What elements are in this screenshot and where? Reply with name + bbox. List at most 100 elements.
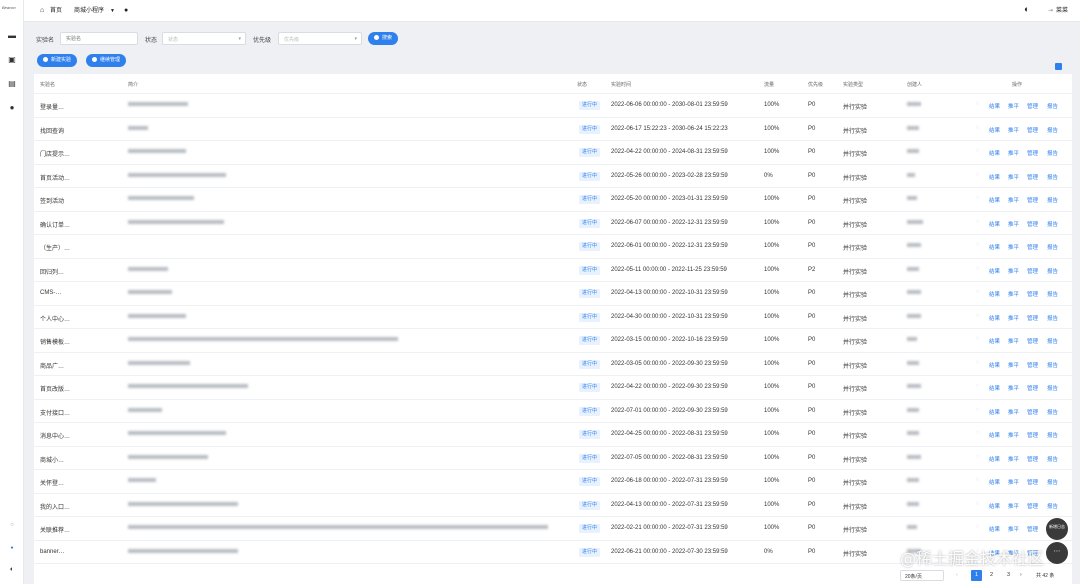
report-link[interactable]: 报告: [1047, 243, 1058, 251]
home-icon[interactable]: ⌂: [40, 7, 44, 15]
manage-link[interactable]: 管理: [1027, 102, 1038, 110]
result-link[interactable]: 结果: [989, 173, 1000, 181]
home-link[interactable]: 首页: [50, 7, 62, 15]
rollout-link[interactable]: 推平: [1008, 314, 1019, 322]
rollout-link[interactable]: 推平: [1008, 361, 1019, 369]
user-avatar[interactable]: ◐: [1024, 5, 1029, 14]
manage-link[interactable]: 管理: [1027, 290, 1038, 298]
copy-icon[interactable]: ◌: [976, 407, 980, 413]
info-icon[interactable]: ●: [124, 7, 128, 15]
result-link[interactable]: 结果: [989, 267, 1000, 275]
rollout-link[interactable]: 推平: [1008, 267, 1019, 275]
document-icon[interactable]: ▤: [8, 80, 16, 88]
result-link[interactable]: 结果: [989, 290, 1000, 298]
manage-link[interactable]: 管理: [1027, 431, 1038, 439]
manage-link[interactable]: 管理: [1027, 243, 1038, 251]
rollout-link[interactable]: 推平: [1008, 408, 1019, 416]
search-button[interactable]: 搜索: [368, 32, 399, 45]
rollout-link[interactable]: 推平: [1008, 431, 1019, 439]
report-link[interactable]: 报告: [1047, 267, 1058, 275]
rollout-link[interactable]: 推平: [1008, 173, 1019, 181]
settings-icon[interactable]: ○: [8, 521, 16, 529]
result-link[interactable]: 结果: [989, 361, 1000, 369]
manage-link[interactable]: 管理: [1027, 525, 1038, 533]
copy-icon[interactable]: ◌: [976, 454, 980, 460]
rollout-link[interactable]: 推平: [1008, 243, 1019, 251]
new-experiment-button[interactable]: 新建实验: [37, 54, 78, 67]
name-filter-input[interactable]: [60, 32, 138, 45]
page-2[interactable]: 2: [986, 570, 997, 581]
report-link[interactable]: 报告: [1047, 102, 1058, 110]
report-link[interactable]: 报告: [1047, 502, 1058, 510]
report-link[interactable]: 报告: [1047, 314, 1058, 322]
contact-fab[interactable]: ⋯: [1046, 542, 1068, 564]
result-link[interactable]: 结果: [989, 314, 1000, 322]
manage-link[interactable]: 管理: [1027, 173, 1038, 181]
rollout-link[interactable]: 推平: [1008, 149, 1019, 157]
manage-link[interactable]: 管理: [1027, 408, 1038, 416]
app-selector[interactable]: 商城小程序: [74, 7, 104, 15]
manage-link[interactable]: 管理: [1027, 314, 1038, 322]
page-3[interactable]: 3: [1003, 570, 1014, 581]
calendar-icon[interactable]: ▣: [8, 56, 16, 64]
result-link[interactable]: 结果: [989, 102, 1000, 110]
copy-icon[interactable]: ◌: [976, 242, 980, 248]
result-link[interactable]: 结果: [989, 502, 1000, 510]
manage-link[interactable]: 管理: [1027, 196, 1038, 204]
report-link[interactable]: 报告: [1047, 337, 1058, 345]
result-link[interactable]: 结果: [989, 455, 1000, 463]
priority-filter-select[interactable]: 优先级 ▾: [278, 32, 362, 45]
avatar-small-icon[interactable]: ◐: [8, 566, 16, 574]
next-page-icon[interactable]: ›: [1020, 572, 1022, 578]
manage-link[interactable]: 管理: [1027, 337, 1038, 345]
result-link[interactable]: 结果: [989, 196, 1000, 204]
copy-icon[interactable]: ◌: [976, 336, 980, 342]
result-link[interactable]: 结果: [989, 337, 1000, 345]
rollout-link[interactable]: 推平: [1008, 220, 1019, 228]
copy-icon[interactable]: ◌: [976, 266, 980, 272]
result-link[interactable]: 结果: [989, 478, 1000, 486]
result-link[interactable]: 结果: [989, 243, 1000, 251]
report-link[interactable]: 报告: [1047, 126, 1058, 134]
column-settings-checkbox[interactable]: [1055, 63, 1062, 70]
chevron-down-icon[interactable]: ▼: [110, 7, 115, 15]
rollout-link[interactable]: 推平: [1008, 455, 1019, 463]
result-link[interactable]: 结果: [989, 149, 1000, 157]
new-log-fab[interactable]: 新增日志: [1046, 518, 1068, 540]
copy-icon[interactable]: ◌: [976, 430, 980, 436]
copy-icon[interactable]: ◌: [976, 383, 980, 389]
logout-icon[interactable]: ⇥: [1048, 7, 1053, 15]
rollout-link[interactable]: 推平: [1008, 478, 1019, 486]
monitor-icon[interactable]: ▬: [8, 32, 16, 40]
rollout-link[interactable]: 推平: [1008, 290, 1019, 298]
report-link[interactable]: 报告: [1047, 220, 1058, 228]
rollout-link[interactable]: 推平: [1008, 525, 1019, 533]
report-link[interactable]: 报告: [1047, 173, 1058, 181]
manage-link[interactable]: 管理: [1027, 267, 1038, 275]
copy-icon[interactable]: ◌: [976, 125, 980, 131]
copy-icon[interactable]: ◌: [976, 501, 980, 507]
report-link[interactable]: 报告: [1047, 455, 1058, 463]
result-link[interactable]: 结果: [989, 408, 1000, 416]
copy-icon[interactable]: ◌: [976, 172, 980, 178]
copy-icon[interactable]: ◌: [976, 313, 980, 319]
page-size-select[interactable]: 20条/页: [900, 570, 944, 581]
manage-link[interactable]: 管理: [1027, 220, 1038, 228]
copy-icon[interactable]: ◌: [976, 360, 980, 366]
copy-icon[interactable]: ◌: [976, 101, 980, 107]
report-link[interactable]: 报告: [1047, 408, 1058, 416]
copy-icon[interactable]: ◌: [976, 148, 980, 154]
report-link[interactable]: 报告: [1047, 196, 1058, 204]
report-link[interactable]: 报告: [1047, 478, 1058, 486]
manage-button[interactable]: 继续管理: [86, 54, 127, 67]
manage-link[interactable]: 管理: [1027, 149, 1038, 157]
result-link[interactable]: 结果: [989, 126, 1000, 134]
location-icon[interactable]: ●: [8, 544, 16, 552]
report-link[interactable]: 报告: [1047, 290, 1058, 298]
rollout-link[interactable]: 推平: [1008, 102, 1019, 110]
result-link[interactable]: 结果: [989, 431, 1000, 439]
manage-link[interactable]: 管理: [1027, 384, 1038, 392]
rollout-link[interactable]: 推平: [1008, 126, 1019, 134]
report-link[interactable]: 报告: [1047, 384, 1058, 392]
status-filter-select[interactable]: 状态 ▾: [162, 32, 246, 45]
